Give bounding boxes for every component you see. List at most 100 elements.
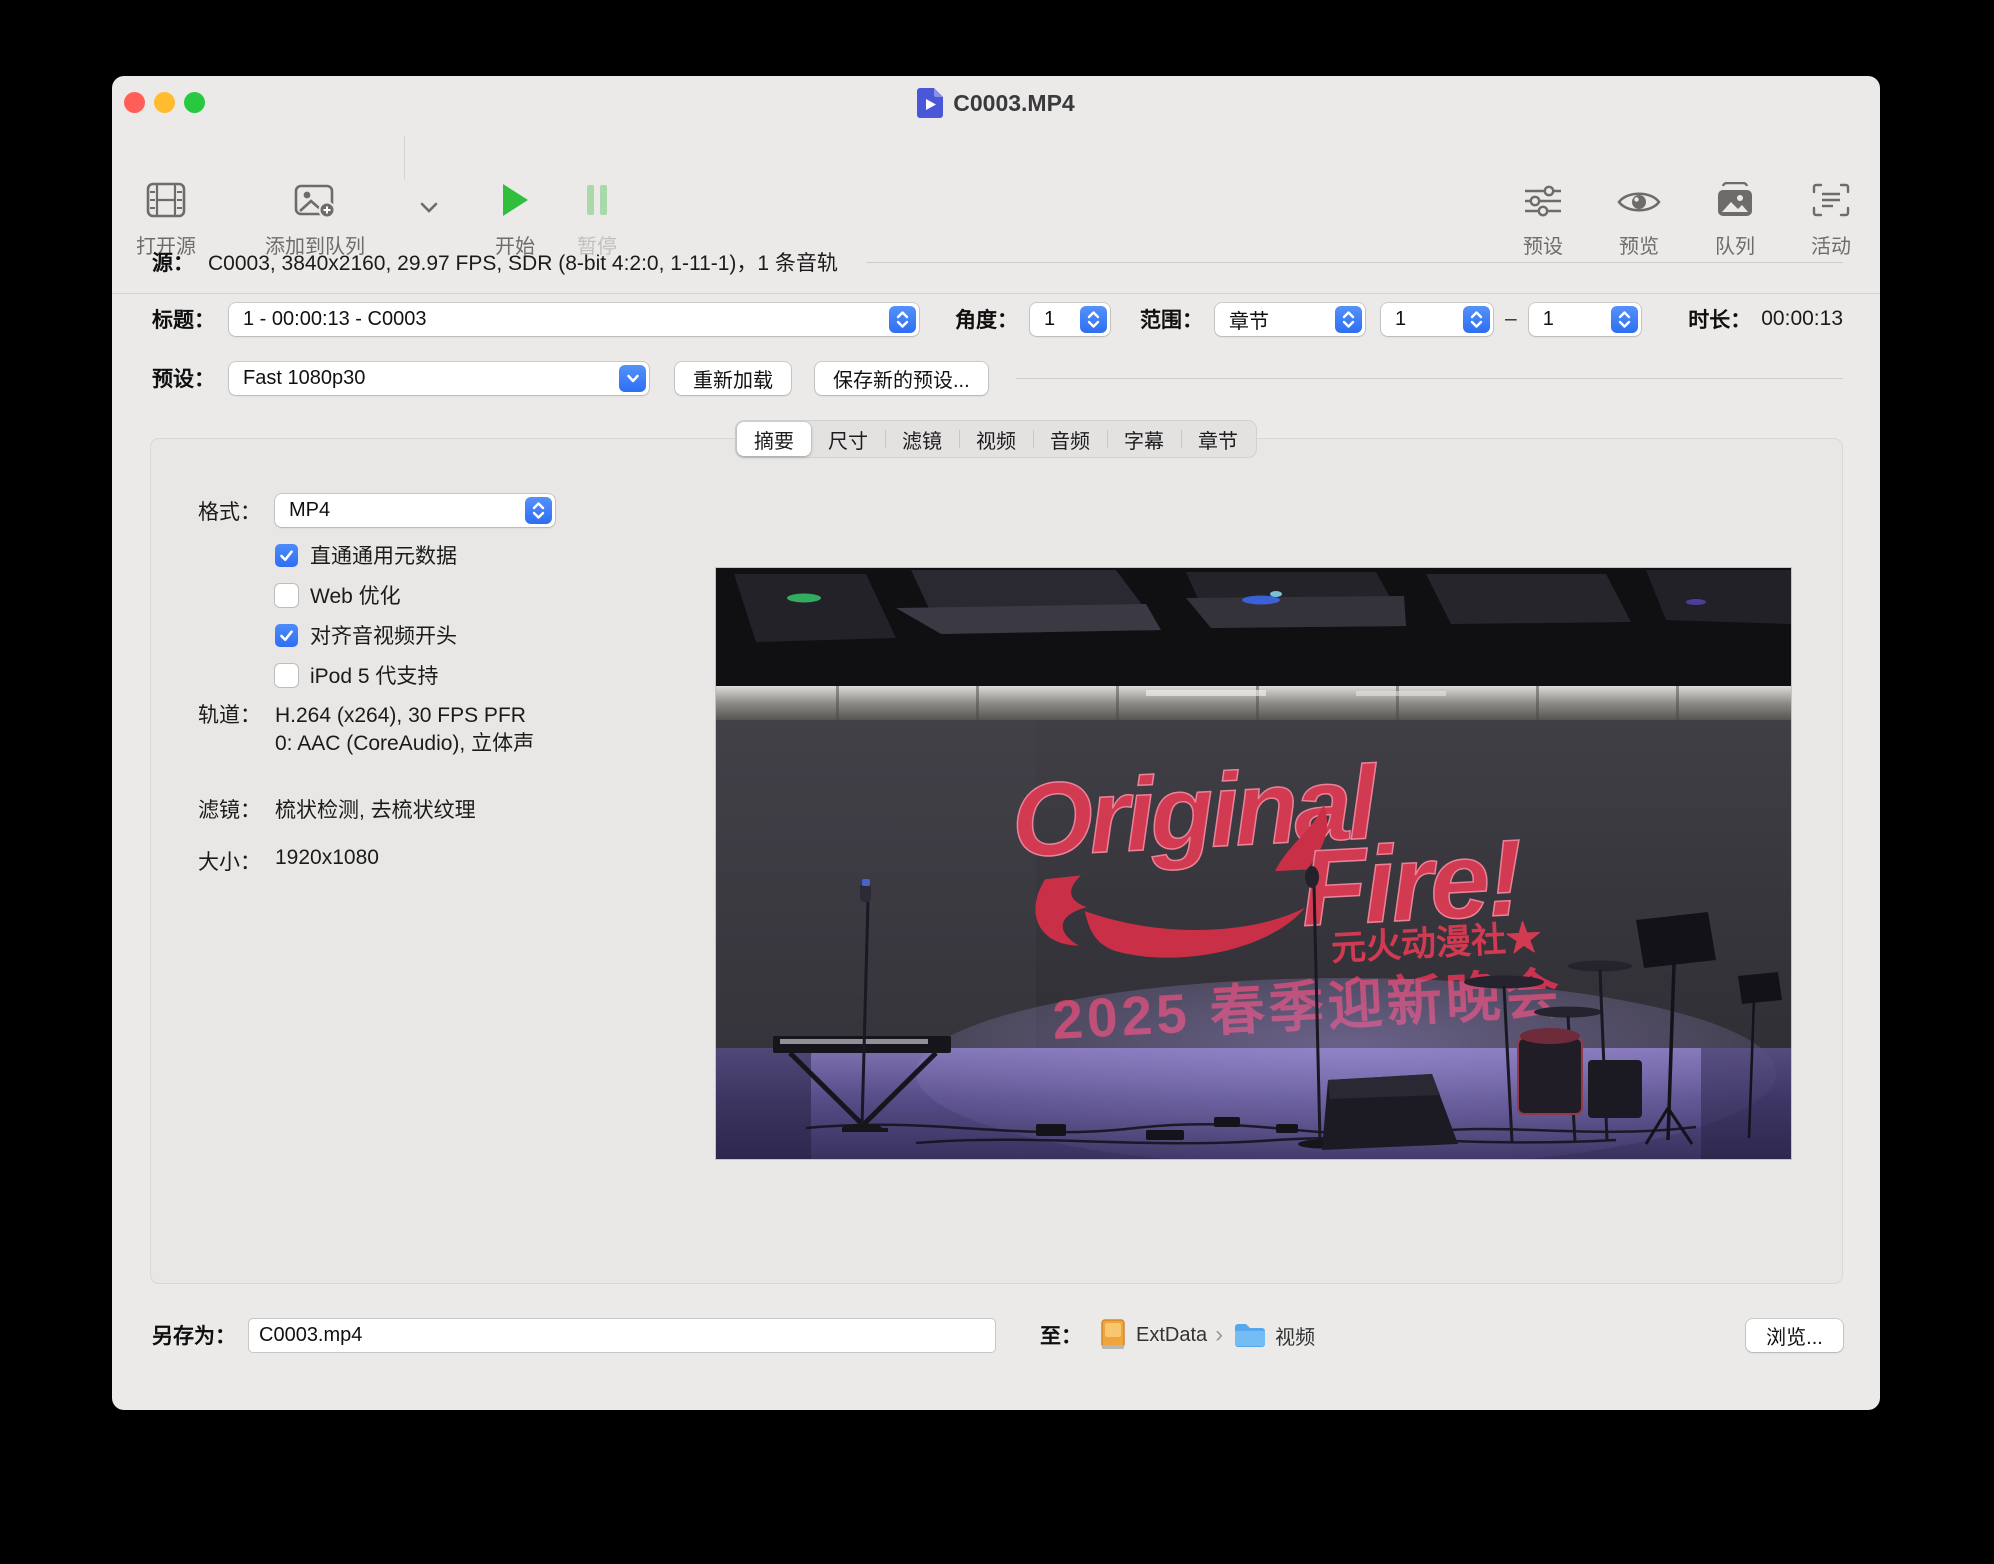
stepper-icon[interactable] [889, 305, 916, 333]
stepper-icon[interactable] [525, 497, 552, 524]
range-dash: – [1505, 307, 1517, 330]
checkbox-web-optimized[interactable]: Web 优化 [275, 580, 401, 610]
floor-shadow-left [716, 1048, 811, 1159]
source-label: 源： [152, 252, 194, 275]
tab-video[interactable]: 视频 [959, 422, 1033, 456]
title-row: 标题： 1 - 00:00:13 - C0003 角度： 1 范围： 章节 1 … [152, 302, 1843, 336]
browse-button[interactable]: 浏览... [1746, 1318, 1843, 1352]
divider-line [1015, 377, 1843, 379]
film-source-icon [146, 176, 186, 218]
tracks-value: H.264 (x264), 30 FPS PFR 0: AAC (CoreAud… [275, 702, 534, 758]
floor-shadow-right [1701, 1048, 1791, 1159]
title-select[interactable]: 1 - 00:00:13 - C0003 [229, 302, 919, 336]
angle-select-value: 1 [1044, 307, 1056, 330]
truss-highlight [1356, 691, 1446, 696]
checkbox-checked-icon[interactable] [275, 543, 298, 567]
format-select-value: MP4 [289, 499, 331, 521]
size-label: 大小： [198, 851, 261, 874]
source-value: C0003, 3840x2160, 29.97 FPS, SDR (8-bit … [208, 252, 838, 275]
checkbox-label: 对齐音视频开头 [310, 625, 457, 648]
toolbar-divider [404, 136, 405, 180]
angle-label: 角度： [955, 309, 1018, 332]
checkbox-align-av-start[interactable]: 对齐音视频开头 [275, 620, 457, 650]
divider-line [865, 261, 1843, 263]
size-value: 1920x1080 [275, 846, 379, 869]
save-row: 另存为： 至： ExtData › 视频 浏览... [152, 1317, 1843, 1353]
preset-select-value: Fast 1080p30 [243, 366, 366, 389]
checkbox-passthru-metadata[interactable]: 直通通用元数据 [275, 540, 457, 570]
size-row: 大小： 1920x1080 [161, 846, 379, 876]
led-screen-light [716, 720, 1036, 1048]
range-to-value: 1 [1542, 307, 1554, 330]
format-select[interactable]: MP4 [275, 494, 555, 527]
range-from-select[interactable]: 1 [1381, 302, 1493, 336]
range-to-select[interactable]: 1 [1528, 302, 1641, 336]
format-row: 格式： MP4 [161, 494, 555, 527]
preview-photo: Original Fire! 元火动漫社★ 2025 春季迎新晚会 [716, 568, 1791, 1159]
sliders-icon [1523, 176, 1563, 218]
pause-icon [584, 176, 610, 218]
tab-filters[interactable]: 滤镜 [885, 422, 959, 456]
save-new-preset-button[interactable]: 保存新的预设... [815, 361, 988, 395]
window-title-text: C0003.MP4 [953, 89, 1075, 116]
photo-stack-icon [1715, 176, 1755, 218]
filename-input[interactable] [248, 1317, 996, 1353]
section-tabs: 摘要 尺寸 滤镜 视频 音频 字幕 章节 [735, 420, 1257, 458]
tracks-label: 轨道： [198, 704, 261, 727]
tab-audio[interactable]: 音频 [1033, 422, 1107, 456]
titlebar: C0003.MP4 [112, 76, 1880, 124]
stepper-icon[interactable] [1080, 305, 1107, 333]
title-label: 标题： [152, 309, 215, 332]
eye-icon [1617, 176, 1661, 218]
summary-panel: 格式： MP4 直通通用元数据 Web 优化 对齐音视频开头 iPod 5 代支… [150, 438, 1843, 1284]
stepper-icon[interactable] [1463, 305, 1490, 333]
folder-name: 视频 [1275, 1326, 1316, 1349]
tracks-row: 轨道： H.264 (x264), 30 FPS PFR 0: AAC (Cor… [161, 702, 534, 758]
chevron-down-icon[interactable] [619, 364, 646, 392]
angle-select[interactable]: 1 [1030, 302, 1110, 336]
tracks-line1: H.264 (x264), 30 FPS PFR [275, 704, 526, 727]
save-as-label: 另存为： [152, 1325, 236, 1348]
stepper-icon[interactable] [1335, 305, 1362, 333]
checkbox-unchecked-icon[interactable] [275, 583, 298, 607]
filters-row: 滤镜： 梳状检测, 去梳状纹理 [161, 794, 476, 824]
reload-preset-button[interactable]: 重新加载 [675, 361, 791, 395]
tab-summary[interactable]: 摘要 [737, 422, 811, 456]
checkbox-label: 直通通用元数据 [310, 545, 457, 568]
format-label: 格式： [198, 500, 261, 524]
window-title: C0003.MP4 [112, 88, 1880, 118]
activity-brackets-icon [1811, 176, 1851, 218]
add-image-icon [294, 184, 336, 218]
drive-icon [1101, 1319, 1125, 1349]
checkbox-checked-icon[interactable] [275, 623, 298, 647]
drive-name: ExtData [1136, 1323, 1208, 1346]
video-file-icon [917, 88, 944, 118]
duration-label: 时长： [1688, 309, 1752, 332]
chevron-down-icon [418, 184, 440, 214]
duration-value: 00:00:13 [1761, 307, 1843, 330]
source-row: 源： C0003, 3840x2160, 29.97 FPS, SDR (8-b… [152, 244, 1843, 280]
queue-dropdown-chevron[interactable] [418, 184, 440, 214]
range-type-select[interactable]: 章节 [1215, 302, 1365, 336]
range-type-value: 章节 [1229, 310, 1269, 333]
checkbox-label: Web 优化 [310, 585, 401, 608]
play-icon [500, 176, 530, 218]
tab-chapters[interactable]: 章节 [1181, 422, 1255, 456]
preset-select[interactable]: Fast 1080p30 [229, 361, 649, 395]
filters-value: 梳状检测, 去梳状纹理 [275, 799, 476, 822]
preset-row: 预设： Fast 1080p30 重新加载 保存新的预设... [152, 361, 1843, 395]
range-from-value: 1 [1395, 307, 1407, 330]
handbrake-window: C0003.MP4 打开源 添加到队列 开始 暂停 预设 预览 队列 活动 源：… [112, 76, 1880, 1410]
screen-background: C0003.MP4 打开源 添加到队列 开始 暂停 预设 预览 队列 活动 源：… [0, 0, 1994, 1564]
checkbox-unchecked-icon[interactable] [275, 663, 298, 687]
tab-dimensions[interactable]: 尺寸 [811, 422, 885, 456]
folder-icon [1235, 1324, 1266, 1347]
tracks-line2: 0: AAC (CoreAudio), 立体声 [275, 732, 535, 755]
tab-subtitles[interactable]: 字幕 [1107, 422, 1181, 456]
stepper-icon[interactable] [1610, 305, 1638, 333]
range-label: 范围： [1140, 309, 1203, 332]
checkbox-label: iPod 5 代支持 [310, 665, 439, 688]
path-chevron-icon: › [1215, 1321, 1224, 1348]
checkbox-ipod-support[interactable]: iPod 5 代支持 [275, 660, 438, 690]
destination-label: 至： [1040, 1325, 1082, 1348]
